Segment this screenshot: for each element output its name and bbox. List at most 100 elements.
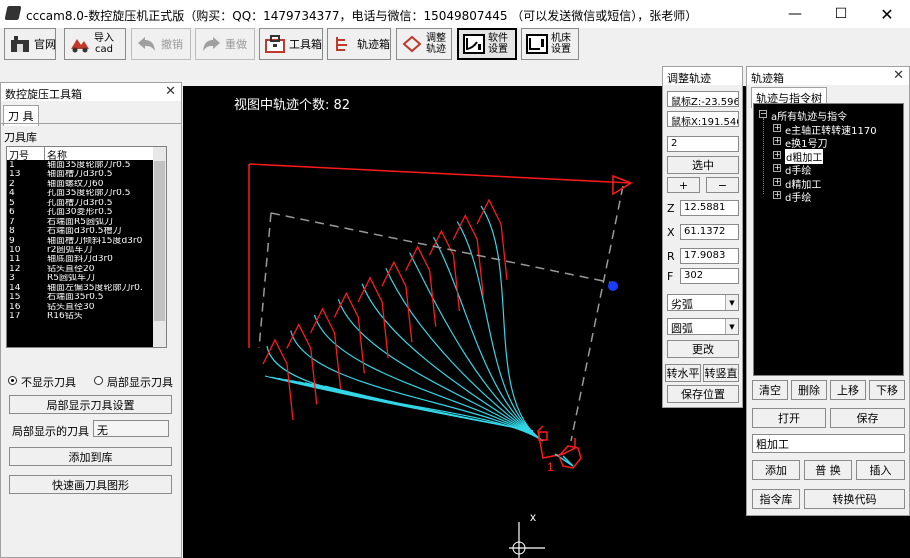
track-index-input[interactable]: 2 (667, 136, 739, 152)
scrollbar-thumb[interactable] (154, 161, 165, 321)
expand-icon[interactable]: + (773, 164, 781, 172)
tool-table[interactable]: 刀号 名称 1 轴面35度轮廓刀r0.5 13 轴面槽刀d3r0.5 2 轴面螺纹刀60 4… (6, 146, 167, 348)
close-icon[interactable]: ✕ (864, 0, 910, 28)
convert-code-button[interactable]: 转换代码 (804, 489, 905, 509)
tool-number: 8 (9, 227, 15, 237)
mouse-x-readout: 鼠标X:191.546 (667, 111, 739, 127)
tool-row[interactable]: 10 r2圆弧车刀 (7, 246, 154, 255)
tool-name: 轴面槽刀d3r0.5 (47, 170, 113, 180)
expand-icon[interactable]: + (773, 177, 781, 186)
tool-row[interactable]: 5 孔面槽刀d3r0.5 (7, 199, 154, 208)
radio-local-tools-label: 局部显示刀具 (107, 376, 173, 389)
to-horizontal-button[interactable]: 转水平 (665, 364, 701, 382)
minimize-icon[interactable]: — (772, 0, 818, 28)
toolpath-red (357, 276, 389, 358)
col-tool-name[interactable]: 名称 (45, 147, 154, 162)
software-settings-button[interactable]: 软件 设置 (457, 28, 517, 60)
undo-button[interactable]: 撤销 (131, 28, 191, 60)
toolpath-red (381, 260, 413, 343)
insert-button[interactable]: 插入 (856, 460, 905, 480)
tool-row[interactable]: 14 轴面左偏35度轮廓刀r0. (7, 284, 154, 293)
arc-type-select[interactable]: 劣弧 ▼ (667, 294, 739, 311)
clear-button[interactable]: 清空 (752, 380, 788, 400)
tool-row[interactable]: 15 右端面35r0.5 (7, 293, 154, 302)
increment-button[interactable]: + (667, 177, 700, 193)
tool-row[interactable]: 17 R16钻头 (7, 312, 154, 321)
col-tool-no[interactable]: 刀号 (7, 147, 45, 162)
toolpath-cyan (337, 299, 544, 442)
selected-point (608, 281, 618, 291)
tool-table-scrollbar[interactable] (153, 147, 166, 347)
adjust-track-button[interactable]: 调整 轨迹 (396, 28, 452, 60)
tool-row[interactable]: 13 轴面槽刀d3r0.5 (7, 170, 154, 179)
tool-number: 15 (9, 293, 21, 303)
track-name-input[interactable]: 粗加工 (752, 434, 905, 453)
expand-icon[interactable]: + (773, 191, 781, 199)
command-library-button[interactable]: 指令库 (752, 489, 800, 509)
save-button[interactable]: 保存 (830, 408, 905, 428)
add-to-library-button[interactable]: 添加到库 (9, 447, 172, 466)
toolpath-cyan (313, 314, 544, 442)
move-up-button[interactable]: 上移 (830, 380, 866, 400)
add-button[interactable]: 添加 (752, 460, 800, 480)
z-input[interactable]: 12.5881 (680, 200, 739, 216)
expand-icon[interactable]: + (773, 137, 781, 145)
replace-button[interactable]: 普 换 (804, 460, 852, 480)
maximize-icon[interactable]: ☐ (818, 0, 864, 28)
tool-name: 轴面螺纹刀60 (47, 179, 104, 189)
tool-row[interactable]: 3 R5圆弧车刀 (7, 274, 154, 283)
tool-row[interactable]: 2 轴面螺纹刀60 (7, 180, 154, 189)
tool-row[interactable]: 7 右端面R5圆弧刀 (7, 218, 154, 227)
trackbox-button[interactable]: 轨迹箱 (327, 28, 391, 60)
toolpath-red (262, 338, 294, 421)
x-input[interactable]: 61.1372 (680, 224, 739, 240)
redo-button[interactable]: 重做 (195, 28, 255, 60)
trackbox-title: 轨迹箱 (747, 67, 909, 85)
open-button[interactable]: 打开 (752, 408, 826, 428)
tool-row[interactable]: 6 孔面30菱形r0.5 (7, 208, 154, 217)
tool-row[interactable]: 8 右端面d3r0.5槽刀 (7, 227, 154, 236)
radio-hide-tools[interactable] (8, 376, 17, 385)
change-button[interactable]: 更改 (667, 340, 739, 358)
toolpath-cyan (266, 345, 544, 442)
local-display-settings-button[interactable]: 局部显示刀具设置 (9, 395, 172, 414)
toolbox-close-icon[interactable]: ✕ (165, 84, 176, 99)
tool-row[interactable]: 12 钻头直径20 (7, 265, 154, 274)
tool-number: 3 (9, 274, 15, 284)
track-tree[interactable]: − a所有轨迹与指令 + e主轴正转转速1170 + e换1号刀 + d粗加工 + d手绘 + d精加… (753, 103, 904, 376)
to-vertical-button[interactable]: 转竖直 (703, 364, 739, 382)
tool-name: 右端面R5圆弧刀 (47, 217, 113, 227)
expand-icon[interactable]: + (773, 123, 781, 132)
tool-row[interactable]: 1 轴面35度轮廓刀r0.5 (7, 161, 154, 170)
chevron-down-icon[interactable]: ▼ (725, 319, 738, 334)
r-input[interactable]: 17.9083 (680, 248, 739, 264)
bottom-red-outline (537, 425, 576, 459)
collapse-icon[interactable]: − (759, 110, 767, 118)
tree-node[interactable]: d手绘 (785, 189, 811, 204)
tool-number: 11 (9, 255, 21, 265)
f-label: F (667, 270, 674, 283)
import-cad-button[interactable]: 导入 cad (64, 28, 126, 60)
trackbox-close-icon[interactable]: ✕ (893, 68, 904, 83)
decrement-button[interactable]: − (706, 177, 739, 193)
save-position-button[interactable]: 保存位置 (667, 385, 739, 403)
machine-settings-button[interactable]: 机床 设置 (521, 28, 579, 60)
f-input[interactable]: 302 (680, 268, 739, 284)
chevron-down-icon[interactable]: ▼ (725, 295, 738, 310)
toolbox-button[interactable]: 工具箱 (259, 28, 323, 60)
delete-button[interactable]: 删除 (791, 380, 827, 400)
shape-select[interactable]: 圆弧 ▼ (667, 318, 739, 335)
tool-row[interactable]: 16 钻头直径30 (7, 303, 154, 312)
select-button[interactable]: 选中 (667, 156, 739, 174)
move-down-button[interactable]: 下移 (869, 380, 905, 400)
tool-name: 孔面35度轮廓刀r0.5 (47, 189, 131, 199)
quick-draw-tool-button[interactable]: 快速画刀具图形 (9, 475, 172, 494)
official-site-button[interactable]: 官网 (4, 28, 56, 60)
axis-lines (509, 522, 545, 558)
tool-row[interactable]: 4 孔面35度轮廓刀r0.5 (7, 189, 154, 198)
expand-icon[interactable]: + (773, 150, 781, 159)
tool-row[interactable]: 11 轴底面斜刀d3r0 (7, 255, 154, 264)
tool-number: 13 (9, 170, 21, 180)
tool-row[interactable]: 9 轴面槽刀倾斜15度d3r0 (7, 237, 154, 246)
radio-local-tools[interactable] (94, 376, 103, 385)
